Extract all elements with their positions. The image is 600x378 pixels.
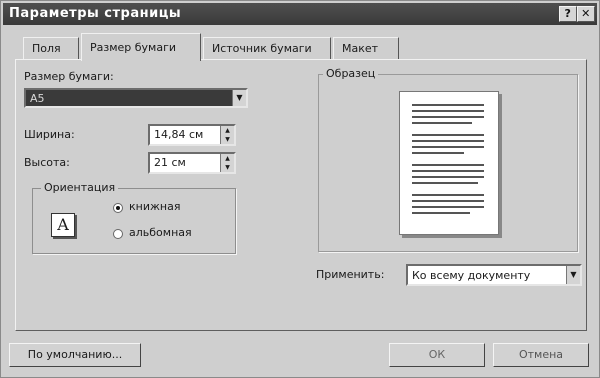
preview-text-line [412,164,484,166]
preview-text-line [412,140,484,142]
apply-to-select[interactable]: Ко всему документу ▼ [406,264,582,286]
tab-layout[interactable]: Макет [333,37,399,59]
portrait-page-icon: A [51,213,75,237]
preview-group: Образец [318,67,578,252]
cancel-button[interactable]: Отмена [493,343,589,367]
preview-text-line [412,152,464,154]
default-button[interactable]: По умолчанию... [9,343,141,367]
tab-paper-size-label: Размер бумаги [90,41,177,54]
orientation-title: Ориентация [41,181,119,194]
paper-size-label: Размер бумаги: [24,70,114,83]
width-label: Ширина: [24,128,75,141]
window-title: Параметры страницы [9,6,182,21]
title-bar: Параметры страницы ? ✕ [3,3,597,25]
orientation-group: Ориентация A книжная альбомная [32,181,236,254]
preview-text-line [412,146,484,148]
height-spinner[interactable]: 21 см ▲ ▼ [148,152,236,174]
preview-text-line [412,194,484,196]
height-value: 21 см [154,156,186,169]
spin-up-icon[interactable]: ▲ [221,126,234,135]
preview-text-line [412,116,484,118]
preview-text-line [412,170,484,172]
preview-text-line [412,110,484,112]
page-setup-dialog: Параметры страницы ? ✕ Поля Размер бумаг… [0,0,600,378]
height-spin-buttons[interactable]: ▲ ▼ [220,154,234,172]
tab-margins-label: Поля [32,42,61,55]
close-button[interactable]: ✕ [577,6,595,22]
preview-text-line [412,206,484,208]
preview-text-line [412,122,472,124]
tab-paper-source-label: Источник бумаги [212,42,312,55]
ok-button[interactable]: ОК [389,343,485,367]
width-value: 14,84 см [154,128,204,141]
spin-down-icon[interactable]: ▼ [221,163,234,172]
spin-up-icon[interactable]: ▲ [221,154,234,163]
preview-text-line [412,212,470,214]
preview-title: Образец [323,67,379,80]
tab-layout-label: Макет [342,42,379,55]
tab-paper-source[interactable]: Источник бумаги [203,37,331,59]
width-spin-buttons[interactable]: ▲ ▼ [220,126,234,144]
width-spinner[interactable]: 14,84 см ▲ ▼ [148,124,236,146]
apply-to-label: Применить: [316,268,385,281]
chevron-down-icon: ▼ [566,266,580,284]
tab-margins[interactable]: Поля [23,37,79,59]
portrait-radio[interactable] [113,203,123,213]
preview-text-line [412,200,484,202]
landscape-label[interactable]: альбомная [129,226,192,239]
chevron-down-icon: ▼ [232,90,246,106]
spin-down-icon[interactable]: ▼ [221,135,234,144]
height-label: Высота: [24,156,70,169]
preview-text-line [412,134,484,136]
preview-text-line [412,104,484,106]
portrait-label[interactable]: книжная [129,200,180,213]
paper-size-select[interactable]: A5 ▼ [24,88,248,108]
preview-text-line [412,176,484,178]
help-button[interactable]: ? [559,6,577,22]
preview-text-line [412,182,478,184]
tab-paper-size[interactable]: Размер бумаги [81,33,201,61]
apply-to-value: Ко всему документу [412,269,531,282]
landscape-radio[interactable] [113,229,123,239]
tab-panel: Размер бумаги: A5 ▼ Ширина: 14,84 см ▲ ▼… [15,59,587,331]
preview-page [399,91,499,235]
paper-size-value: A5 [30,92,45,105]
